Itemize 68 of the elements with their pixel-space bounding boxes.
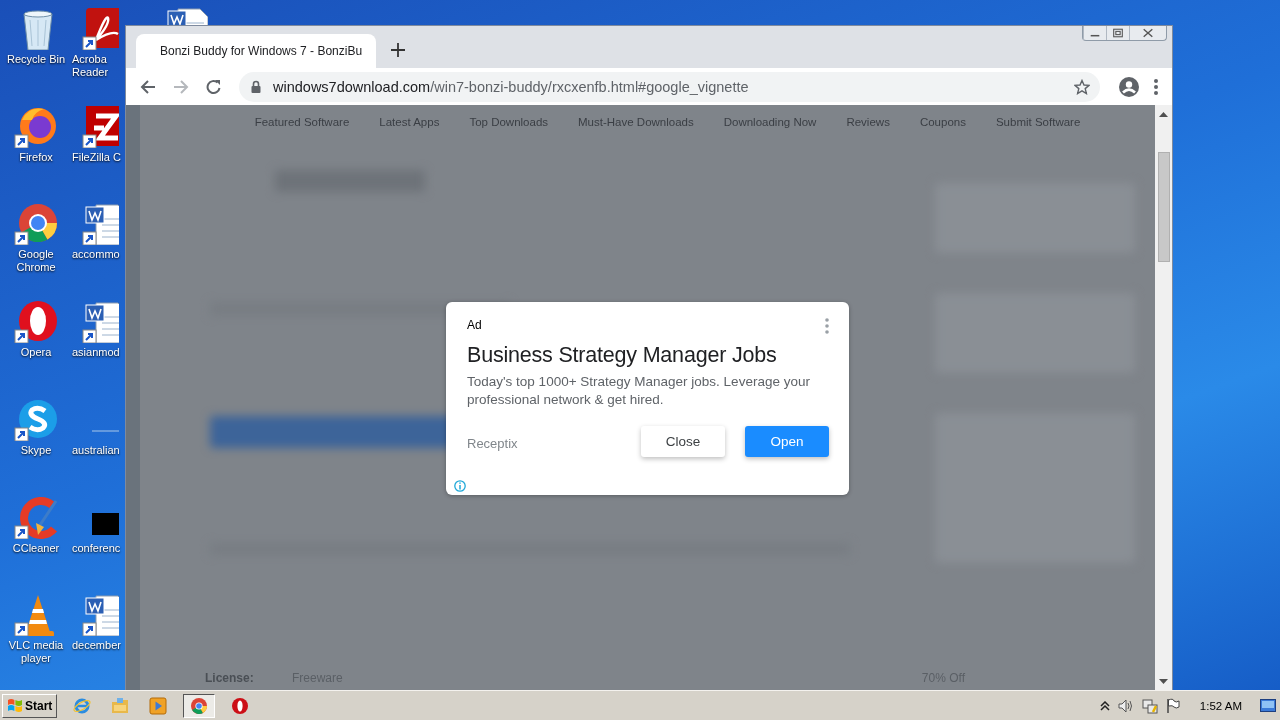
chevron-up-icon[interactable]	[1099, 700, 1110, 711]
reload-icon[interactable]	[206, 78, 222, 95]
lock-icon	[251, 80, 261, 93]
browser-tab[interactable]: Bonzi Buddy for Windows 7 - BonziBu	[136, 34, 376, 68]
new-tab-icon[interactable]	[391, 43, 405, 57]
document-icon[interactable]	[82, 6, 119, 50]
advertiser-name: Receptix	[467, 436, 518, 451]
scrollbar-thumb[interactable]	[1157, 152, 1170, 262]
star-icon[interactable]	[1074, 78, 1090, 95]
icon-label[interactable]: VLC media player	[8, 639, 64, 666]
address-bar[interactable]: windows7download.com/win7-bonzi-buddy/rxcxenfb.html#google_vignette	[239, 71, 1100, 102]
icon-label[interactable]: CCleaner	[12, 541, 60, 555]
nav-link[interactable]: Top Downloads	[469, 116, 549, 138]
nav-link[interactable]: Must-Have Downloads	[578, 116, 694, 138]
info-icon[interactable]	[454, 480, 466, 492]
opera-icon[interactable]	[14, 299, 58, 344]
document-icon[interactable]	[164, 5, 208, 25]
ad-title: Business Strategy Manager Jobs	[467, 343, 778, 368]
open-button[interactable]: Open	[745, 426, 829, 457]
ad-description: Today's top 1000+ Strategy Manager jobs. Leverage your professional network & get hired.	[467, 373, 811, 409]
scrollbar[interactable]	[1155, 105, 1172, 691]
menu-icon[interactable]	[1154, 78, 1158, 95]
folder-icon	[111, 696, 130, 715]
tab-title: Bonzi Buddy for Windows 7 - BonziBu	[160, 44, 363, 58]
nav-link[interactable]: Coupons	[919, 116, 966, 138]
more-options-icon[interactable]	[825, 318, 829, 334]
network-icon[interactable]	[1141, 697, 1158, 714]
nav-link[interactable]: Downloading Now	[723, 116, 817, 138]
speaker-icon[interactable]	[1117, 697, 1134, 714]
ccleaner-icon[interactable]	[14, 494, 58, 539]
icon-label[interactable]: accommo	[72, 248, 120, 262]
scroll-down-icon[interactable]	[1159, 679, 1168, 685]
start-button[interactable]: Start	[2, 693, 58, 718]
nav-link[interactable]: Latest Apps	[379, 116, 440, 138]
scroll-up-icon[interactable]	[1159, 111, 1168, 117]
nav-link[interactable]: Featured Software	[254, 116, 350, 138]
icon-label[interactable]: Firefox	[19, 150, 53, 164]
icon-label[interactable]: FileZilla C	[72, 150, 121, 164]
icon-label[interactable]: australian	[72, 443, 120, 457]
globe-icon	[73, 696, 92, 715]
play-icon	[149, 696, 168, 715]
close-button[interactable]: Close	[641, 426, 725, 457]
icon-label[interactable]: Google Chrome	[16, 248, 56, 275]
document-icon[interactable]	[82, 592, 119, 637]
nav-link[interactable]: Submit Software	[995, 116, 1081, 138]
show-desktop-icon[interactable]	[1260, 698, 1276, 713]
windows-logo-icon	[7, 698, 23, 713]
filezilla-icon[interactable]	[82, 103, 119, 148]
chrome-icon[interactable]	[14, 201, 58, 246]
url-text: windows7download.com/win7-bonzi-buddy/rxcxenfb.html#google_vignette	[273, 78, 750, 95]
account-icon[interactable]	[1119, 76, 1139, 97]
flag-icon[interactable]	[1165, 697, 1180, 714]
icon-label[interactable]: Acroba Reader	[72, 53, 109, 79]
icon-label[interactable]: Recycle Bin	[6, 53, 66, 66]
icon-label[interactable]: Opera	[20, 346, 52, 360]
icon-label[interactable]: conferenc	[72, 541, 121, 555]
taskbar-button[interactable]	[183, 693, 216, 718]
icon-label[interactable]: asianmod	[72, 346, 120, 360]
chrome-icon	[190, 696, 209, 715]
clock[interactable]: 1:52 AM	[1199, 699, 1242, 712]
opera-icon	[231, 696, 250, 715]
ad-label: Ad	[467, 318, 482, 332]
nav-link[interactable]: Reviews	[846, 116, 890, 138]
document-icon[interactable]	[82, 299, 119, 344]
back-arrow-icon[interactable]	[140, 78, 156, 95]
document-icon[interactable]	[82, 201, 119, 246]
icon-label[interactable]: december	[72, 639, 121, 653]
icon-label[interactable]: Skype	[20, 443, 52, 457]
